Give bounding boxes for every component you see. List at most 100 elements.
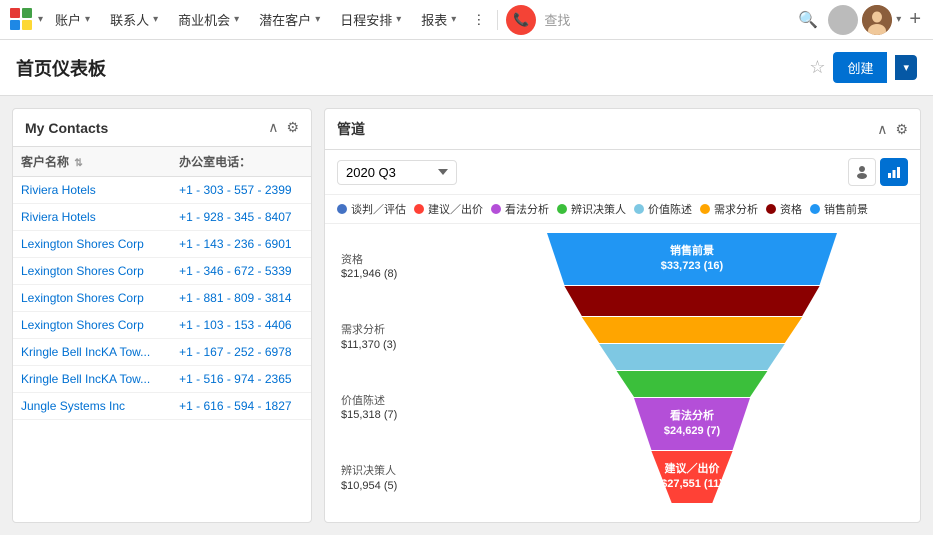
funnel-segment[interactable] [599, 344, 785, 370]
search-icon[interactable]: 🔍 [792, 10, 824, 30]
pipeline-controls: ∧ ⚙ [877, 121, 908, 138]
funnel-left-label: 辨识决策人$10,954 (5) [341, 464, 471, 493]
nav-calendar[interactable]: 日程安排 ▾ [332, 0, 409, 40]
pipeline-settings-icon[interactable]: ⚙ [895, 121, 908, 138]
funnel-segment[interactable] [564, 286, 819, 316]
svg-text:销售前景: 销售前景 [670, 243, 714, 257]
funnel-segment[interactable] [547, 233, 837, 285]
contact-name-link[interactable]: Lexington Shores Corp [21, 264, 144, 278]
legend-item: 价值陈述 [634, 201, 692, 217]
app-logo[interactable]: ▾ [8, 6, 43, 34]
contact-name-link[interactable]: Lexington Shores Corp [21, 318, 144, 332]
pipeline-panel: 管道 ∧ ⚙ 2020 Q12020 Q22020 Q32020 Q4 谈判／评… [324, 108, 921, 523]
svg-text:$24,629 (7): $24,629 (7) [663, 425, 720, 437]
legend-dot [766, 204, 776, 214]
legend-item: 谈判／评估 [337, 201, 406, 217]
funnel-segment[interactable] [581, 317, 801, 343]
contacts-panel: My Contacts ∧ ⚙ 客户名称 ⇅ 办公室电话： [12, 108, 312, 523]
pipeline-panel-header: 管道 ∧ ⚙ [325, 109, 920, 150]
legend-dot [700, 204, 710, 214]
table-row: Riviera Hotels +1 - 303 - 557 - 2399 [13, 177, 311, 204]
create-button[interactable]: 创建 [833, 52, 887, 83]
contact-phone: +1 - 303 - 557 - 2399 [179, 183, 291, 197]
contact-phone: +1 - 881 - 809 - 3814 [179, 291, 291, 305]
nav-reports[interactable]: 报表 ▾ [413, 0, 464, 40]
funnel-area: 资格$21,946 (8)需求分析$11,370 (3)价值陈述$15,318 … [325, 224, 920, 522]
contact-name-link[interactable]: Lexington Shores Corp [21, 237, 144, 251]
col-name-header[interactable]: 客户名称 ⇅ [13, 147, 171, 177]
table-row: Riviera Hotels +1 - 928 - 345 - 8407 [13, 204, 311, 231]
funnel-wrapper: 资格$21,946 (8)需求分析$11,370 (3)价值陈述$15,318 … [341, 232, 904, 514]
person-view-btn[interactable] [848, 158, 876, 186]
contact-name-link[interactable]: Lexington Shores Corp [21, 291, 144, 305]
legend-dot [414, 204, 424, 214]
contacts-table: 客户名称 ⇅ 办公室电话： Riviera Hotels +1 - 303 - … [13, 147, 311, 420]
svg-text:建议／出价: 建议／出价 [664, 461, 720, 475]
sort-icon: ⇅ [74, 158, 82, 169]
legend-item: 销售前景 [810, 201, 868, 217]
contact-phone: +1 - 516 - 974 - 2365 [179, 372, 291, 386]
legend-dot [491, 204, 501, 214]
user-avatar[interactable] [862, 5, 892, 35]
legend-label: 谈判／评估 [351, 201, 406, 217]
nav-contacts[interactable]: 联系人 ▾ [102, 0, 166, 40]
legend-item: 建议／出价 [414, 201, 483, 217]
nav-opportunities[interactable]: 商业机会 ▾ [170, 0, 247, 40]
funnel-segment[interactable] [651, 451, 732, 503]
view-toggle [848, 158, 908, 186]
settings-icon[interactable]: ⚙ [286, 119, 299, 136]
contacts-panel-header: My Contacts ∧ ⚙ [13, 109, 311, 147]
legend-label: 建议／出价 [428, 201, 483, 217]
legend-label: 需求分析 [714, 201, 758, 217]
contact-name-link[interactable]: Kringle Bell IncKA Tow... [21, 372, 150, 386]
period-select[interactable]: 2020 Q12020 Q22020 Q32020 Q4 [337, 160, 457, 185]
pipeline-legend: 谈判／评估 建议／出价 看法分析 辨识决策人 价值陈述 需求分析资格 销售前景 [325, 195, 920, 224]
legend-label: 价值陈述 [648, 201, 692, 217]
legend-label: 销售前景 [824, 201, 868, 217]
legend-item: 资格 [766, 201, 802, 217]
svg-text:$33,723 (16): $33,723 (16) [660, 260, 723, 272]
funnel-left-label: 资格$21,946 (8) [341, 253, 471, 282]
contact-name-link[interactable]: Riviera Hotels [21, 183, 96, 197]
notifications-avatar[interactable] [828, 5, 858, 35]
legend-item: 看法分析 [491, 201, 549, 217]
funnel-segment[interactable] [616, 371, 767, 397]
pipeline-title: 管道 [337, 119, 365, 139]
contacts-scroll[interactable]: 客户名称 ⇅ 办公室电话： Riviera Hotels +1 - 303 - … [13, 147, 311, 522]
contact-phone: +1 - 616 - 594 - 1827 [179, 399, 291, 413]
favorite-icon[interactable]: ☆ [809, 57, 825, 78]
table-row: Lexington Shores Corp +1 - 881 - 809 - 3… [13, 285, 311, 312]
contacts-panel-controls: ∧ ⚙ [268, 119, 299, 136]
contacts-panel-title: My Contacts [25, 120, 108, 136]
legend-dot [810, 204, 820, 214]
table-row: Kringle Bell IncKA Tow... +1 - 516 - 974… [13, 366, 311, 393]
pipeline-collapse-icon[interactable]: ∧ [877, 121, 887, 138]
contact-name-link[interactable]: Jungle Systems Inc [21, 399, 125, 413]
nav-leads[interactable]: 潜在客户 ▾ [251, 0, 328, 40]
contact-phone: +1 - 103 - 153 - 4406 [179, 318, 291, 332]
collapse-icon[interactable]: ∧ [268, 119, 278, 136]
table-row: Lexington Shores Corp +1 - 103 - 153 - 4… [13, 312, 311, 339]
funnel-left-labels: 资格$21,946 (8)需求分析$11,370 (3)价值陈述$15,318 … [341, 232, 471, 514]
funnel-left-label: 需求分析$11,370 (3) [341, 323, 471, 352]
legend-label: 辨识决策人 [571, 201, 626, 217]
contact-phone: +1 - 167 - 252 - 6978 [179, 345, 291, 359]
plus-button[interactable]: + [905, 8, 925, 31]
chart-view-btn[interactable] [880, 158, 908, 186]
create-dropdown-button[interactable]: ▾ [895, 55, 917, 80]
svg-text:看法分析: 看法分析 [670, 408, 714, 422]
col-phone-header: 办公室电话： [171, 147, 311, 177]
phone-button[interactable]: 📞 [506, 5, 536, 35]
legend-dot [557, 204, 567, 214]
contact-name-link[interactable]: Riviera Hotels [21, 210, 96, 224]
contact-name-link[interactable]: Kringle Bell IncKA Tow... [21, 345, 150, 359]
legend-dot [634, 204, 644, 214]
logo-caret[interactable]: ▾ [38, 14, 43, 25]
nav-more[interactable]: ⋮ [468, 0, 489, 40]
nav-accounts[interactable]: 账户 ▾ [47, 0, 98, 40]
table-row: Lexington Shores Corp +1 - 143 - 236 - 6… [13, 231, 311, 258]
table-row: Kringle Bell IncKA Tow... +1 - 167 - 252… [13, 339, 311, 366]
funnel-segment[interactable] [634, 398, 750, 450]
legend-label: 看法分析 [505, 201, 549, 217]
user-menu-caret[interactable]: ▾ [896, 14, 901, 25]
